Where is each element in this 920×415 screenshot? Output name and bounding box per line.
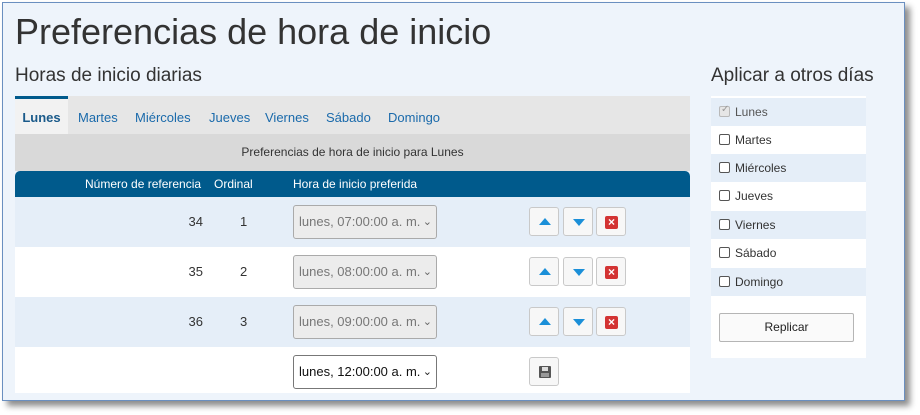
- chevron-down-icon: ⌄: [422, 266, 432, 278]
- page-title: Preferencias de hora de inicio: [15, 11, 492, 52]
- ordinal: 2: [240, 264, 248, 279]
- column-header-ordinal: Ordinal: [214, 177, 253, 191]
- day-label[interactable]: Jueves: [735, 182, 773, 210]
- apply-section-title: Aplicar a otros días: [711, 65, 874, 86]
- tab-miercoles[interactable]: Miércoles: [135, 96, 191, 134]
- arrow-down-icon: [573, 269, 585, 276]
- delete-icon: ×: [605, 266, 618, 279]
- day-label[interactable]: Domingo: [735, 268, 783, 296]
- save-icon: [539, 366, 551, 378]
- tab-jueves[interactable]: Jueves: [209, 96, 250, 134]
- tab-sabado[interactable]: Sábado: [326, 96, 371, 134]
- delete-icon: ×: [605, 316, 618, 329]
- day-label[interactable]: Miércoles: [735, 154, 786, 182]
- move-up-button[interactable]: [529, 307, 559, 336]
- move-up-button[interactable]: [529, 257, 559, 286]
- move-down-button[interactable]: [563, 307, 593, 336]
- move-up-button[interactable]: [529, 207, 559, 236]
- table-row: 34 1 lunes, 07:00:00 a. m. ⌄ ×: [15, 197, 690, 247]
- new-start-time-value: lunes, 12:00:00 a. m.: [299, 364, 421, 379]
- start-time-value: lunes, 09:00:00 a. m.: [299, 314, 421, 329]
- table-header: Número de referencia Ordinal Hora de ini…: [15, 171, 690, 197]
- checkbox-icon[interactable]: [719, 276, 730, 287]
- ref-number: 36: [188, 314, 203, 329]
- ref-number: 35: [188, 264, 203, 279]
- arrow-down-icon: [573, 319, 585, 326]
- arrow-up-icon: [539, 268, 551, 275]
- start-time-value: lunes, 08:00:00 a. m.: [299, 264, 421, 279]
- start-time-value: lunes, 07:00:00 a. m.: [299, 214, 421, 229]
- tab-domingo[interactable]: Domingo: [388, 96, 440, 134]
- column-header-time: Hora de inicio preferida: [293, 177, 418, 191]
- start-time-select[interactable]: lunes, 07:00:00 a. m. ⌄: [293, 205, 437, 239]
- new-start-time-select[interactable]: lunes, 12:00:00 a. m. ⌄: [293, 355, 437, 389]
- tab-viernes[interactable]: Viernes: [265, 96, 309, 134]
- day-checkbox-sabado[interactable]: Sábado: [711, 239, 866, 267]
- day-label[interactable]: Viernes: [735, 211, 775, 239]
- new-row: lunes, 12:00:00 a. m. ⌄: [15, 347, 690, 393]
- ref-number: 34: [188, 214, 203, 229]
- day-label[interactable]: Sábado: [735, 239, 776, 267]
- move-down-button[interactable]: [563, 257, 593, 286]
- panel-caption: Preferencias de hora de inicio para Lune…: [15, 134, 690, 171]
- chevron-down-icon: ⌄: [422, 316, 432, 328]
- tab-martes[interactable]: Martes: [78, 96, 118, 134]
- arrow-up-icon: [539, 218, 551, 225]
- checkbox-icon[interactable]: [719, 247, 730, 258]
- start-time-select[interactable]: lunes, 09:00:00 a. m. ⌄: [293, 305, 437, 339]
- table-row: 36 3 lunes, 09:00:00 a. m. ⌄ ×: [15, 297, 690, 347]
- start-time-select[interactable]: lunes, 08:00:00 a. m. ⌄: [293, 255, 437, 289]
- day-checkbox-lunes: Lunes: [711, 98, 866, 126]
- tab-lunes[interactable]: Lunes: [15, 96, 68, 134]
- chevron-down-icon: ⌄: [422, 366, 432, 378]
- ordinal: 3: [240, 314, 248, 329]
- checkbox-icon: [719, 104, 730, 117]
- table-row: 35 2 lunes, 08:00:00 a. m. ⌄ ×: [15, 247, 690, 297]
- day-label[interactable]: Martes: [735, 126, 772, 154]
- app-window: Preferencias de hora de inicio Horas de …: [2, 2, 905, 401]
- chevron-down-icon: ⌄: [422, 216, 432, 228]
- delete-button[interactable]: ×: [596, 257, 626, 286]
- arrow-down-icon: [573, 219, 585, 226]
- day-checkbox-martes[interactable]: Martes: [711, 126, 866, 154]
- delete-button[interactable]: ×: [596, 207, 626, 236]
- day-checkbox-jueves[interactable]: Jueves: [711, 182, 866, 210]
- day-tabs: Lunes Martes Miércoles Jueves Viernes Sá…: [15, 96, 690, 134]
- delete-button[interactable]: ×: [596, 307, 626, 336]
- ordinal: 1: [240, 214, 248, 229]
- checkbox-icon[interactable]: [719, 219, 730, 230]
- checkbox-icon[interactable]: [719, 162, 730, 173]
- checkbox-icon[interactable]: [719, 190, 730, 201]
- save-button[interactable]: [529, 357, 559, 386]
- daily-section-title: Horas de inicio diarias: [15, 65, 202, 86]
- column-header-ref: Número de referencia: [85, 177, 202, 191]
- day-checkbox-viernes[interactable]: Viernes: [711, 211, 866, 239]
- arrow-up-icon: [539, 318, 551, 325]
- move-down-button[interactable]: [563, 207, 593, 236]
- replicate-button[interactable]: Replicar: [719, 313, 854, 342]
- day-label: Lunes: [735, 105, 768, 119]
- delete-icon: ×: [605, 216, 618, 229]
- checkbox-icon[interactable]: [719, 134, 730, 145]
- day-checkbox-miercoles[interactable]: Miércoles: [711, 154, 866, 182]
- day-checkbox-domingo[interactable]: Domingo: [711, 268, 866, 296]
